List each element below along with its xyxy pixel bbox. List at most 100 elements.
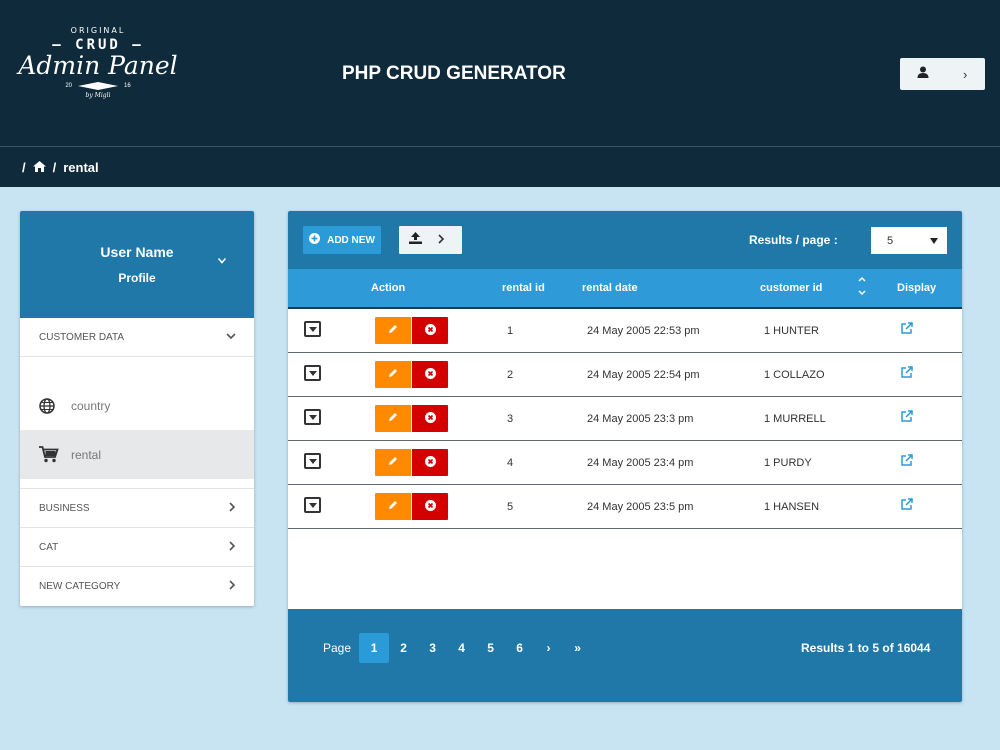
expand-row-icon[interactable] — [304, 321, 321, 337]
delete-button[interactable] — [412, 405, 448, 432]
sidebar-category-cat[interactable]: CAT — [20, 528, 254, 567]
chevron-right-icon: › — [963, 66, 968, 82]
logo-line-original: ORIGINAL — [70, 26, 126, 35]
table-body: 1 24 May 2005 22:53 pm 1 HUNTER 2 24 May… — [288, 309, 962, 529]
table-row: 5 24 May 2005 23:5 pm 1 HANSEN — [288, 485, 962, 529]
table-row: 4 24 May 2005 23:4 pm 1 PURDY — [288, 441, 962, 485]
sidebar-item-rental[interactable]: rental — [20, 430, 254, 479]
edit-button[interactable] — [375, 361, 411, 388]
edit-button[interactable] — [375, 405, 411, 432]
delete-circle-icon — [424, 323, 436, 338]
cell-rental-id: 2 — [507, 369, 514, 381]
cell-customer-id: 1 HANSEN — [764, 501, 820, 513]
last-page-button[interactable]: » — [563, 633, 592, 663]
cell-rental-date: 24 May 2005 23:4 pm — [587, 457, 694, 469]
chevron-right-icon — [229, 540, 236, 554]
sidebar-category-customer-data[interactable]: CUSTOMER DATA — [20, 318, 254, 357]
export-button[interactable] — [399, 226, 462, 254]
app-header: ORIGINAL — CRUD — Admin Panel 20 16 by M… — [0, 0, 1000, 146]
cell-rental-id: 3 — [507, 413, 514, 425]
results-count: Results 1 to 5 of 16044 — [801, 641, 931, 655]
pencil-icon — [388, 456, 398, 469]
chevron-right-icon — [229, 501, 236, 515]
sort-icon[interactable] — [858, 276, 866, 297]
upload-icon — [409, 231, 422, 249]
table-row: 3 24 May 2005 23:3 pm 1 MURRELL — [288, 397, 962, 441]
delete-circle-icon — [424, 499, 436, 514]
cell-rental-date: 24 May 2005 22:54 pm — [587, 369, 700, 381]
page-title: PHP CRUD GENERATOR — [342, 63, 566, 84]
home-icon[interactable] — [32, 160, 46, 175]
logo-line-admin-panel: Admin Panel — [18, 51, 178, 80]
table-header: Action rental id rental date customer id… — [288, 269, 962, 309]
add-new-label: ADD NEW — [327, 234, 375, 246]
caret-down-icon — [930, 235, 938, 247]
sidebar-user-panel[interactable]: User Name Profile — [20, 211, 254, 318]
edit-button[interactable] — [375, 317, 411, 344]
results-per-page-select[interactable]: 5 — [871, 227, 947, 254]
header-display: Display — [897, 282, 937, 294]
cell-customer-id: 1 COLLAZO — [764, 369, 825, 381]
page-link-4[interactable]: 4 — [447, 633, 476, 663]
sidebar-category-business[interactable]: BUSINESS — [20, 489, 254, 528]
page-link-6[interactable]: 6 — [505, 633, 534, 663]
table-row: 2 24 May 2005 22:54 pm 1 COLLAZO — [288, 353, 962, 397]
page-link-5[interactable]: 5 — [476, 633, 505, 663]
delete-button[interactable] — [412, 449, 448, 476]
pencil-icon — [388, 500, 398, 513]
expand-row-icon[interactable] — [304, 365, 321, 381]
expand-row-icon[interactable] — [304, 497, 321, 513]
header-rental-id[interactable]: rental id — [502, 282, 545, 294]
edit-button[interactable] — [375, 449, 411, 476]
sidebar-item-country[interactable]: country — [20, 381, 254, 430]
logo[interactable]: ORIGINAL — CRUD — Admin Panel 20 16 by M… — [18, 22, 178, 122]
expand-row-icon[interactable] — [304, 409, 321, 425]
page-link-2[interactable]: 2 — [389, 633, 418, 663]
chevron-right-icon — [438, 233, 445, 247]
chevron-down-icon[interactable] — [217, 255, 227, 267]
cell-rental-date: 24 May 2005 23:3 pm — [587, 413, 694, 425]
external-link-icon[interactable] — [901, 454, 913, 469]
header-action: Action — [371, 282, 406, 294]
delete-button[interactable] — [412, 361, 448, 388]
header-rental-date[interactable]: rental date — [582, 282, 638, 294]
expand-row-icon[interactable] — [304, 453, 321, 469]
page-link-3[interactable]: 3 — [418, 633, 447, 663]
sidebar-item-label: rental — [71, 447, 102, 462]
pencil-icon — [388, 412, 398, 425]
delete-button[interactable] — [412, 317, 448, 344]
breadcrumb-separator: / — [52, 159, 57, 175]
add-new-button[interactable]: ADD NEW — [303, 226, 381, 254]
cell-customer-id: 1 HUNTER — [764, 325, 820, 337]
sidebar-category-label: CAT — [39, 541, 59, 553]
delete-circle-icon — [424, 455, 436, 470]
external-link-icon[interactable] — [901, 366, 913, 381]
external-link-icon[interactable] — [901, 498, 913, 513]
table-footer: Page 1 2 3 4 5 6 › » Results 1 to 5 of 1… — [288, 609, 962, 702]
main-panel: ADD NEW Results / page : 5 Action rental… — [288, 211, 962, 702]
pagination-label: Page — [323, 641, 352, 655]
sidebar-category-new-category[interactable]: NEW CATEGORY — [20, 567, 254, 606]
header-customer-id[interactable]: customer id — [760, 282, 822, 294]
next-page-button[interactable]: › — [534, 633, 563, 663]
chevron-down-icon — [226, 332, 236, 343]
edit-button[interactable] — [375, 493, 411, 520]
results-per-page-value: 5 — [887, 234, 894, 247]
pencil-icon — [388, 368, 398, 381]
page-link-1[interactable]: 1 — [359, 633, 390, 663]
plus-circle-icon — [309, 233, 321, 247]
delete-button[interactable] — [412, 493, 448, 520]
user-menu-button[interactable]: › — [900, 58, 985, 90]
sidebar-submenu: country rental — [20, 357, 254, 489]
logo-year: 20 16 — [18, 82, 178, 90]
external-link-icon[interactable] — [901, 410, 913, 425]
cell-customer-id: 1 PURDY — [764, 457, 812, 469]
sidebar: User Name Profile CUSTOMER DATA country … — [20, 211, 254, 606]
cell-rental-id: 5 — [507, 501, 514, 513]
breadcrumb-separator: / — [22, 159, 26, 175]
cell-rental-date: 24 May 2005 23:5 pm — [587, 501, 694, 513]
chevron-right-icon — [229, 580, 236, 593]
external-link-icon[interactable] — [901, 322, 913, 337]
user-icon — [917, 65, 929, 83]
user-profile-link[interactable]: Profile — [20, 271, 254, 285]
